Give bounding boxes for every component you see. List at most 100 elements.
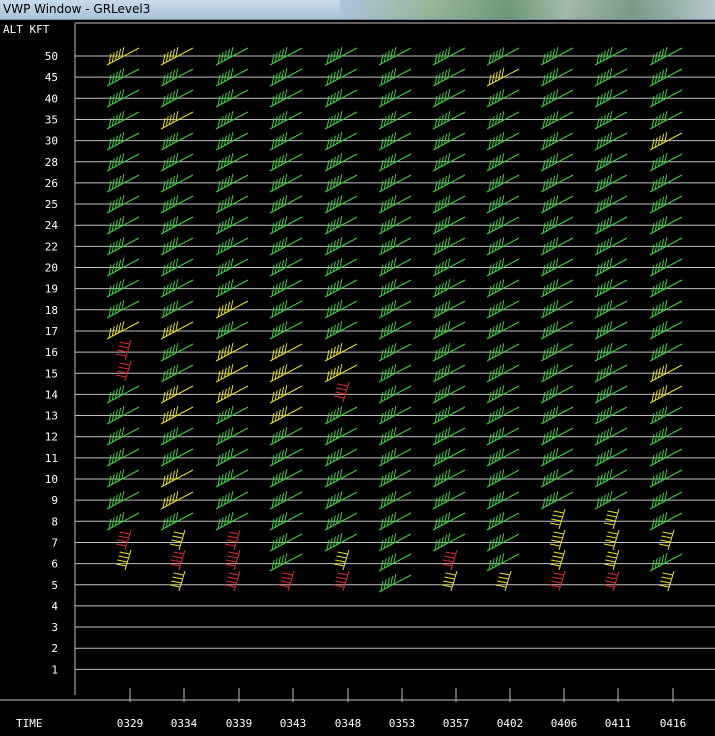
wind-barb <box>324 132 358 151</box>
altitude-tick-label: 45 <box>45 71 58 84</box>
wind-barb <box>540 448 574 467</box>
wind-barb <box>540 279 574 298</box>
wind-barb <box>540 300 574 319</box>
wind-barb <box>649 427 683 446</box>
wind-barb <box>432 427 466 446</box>
wind-barb <box>603 529 620 551</box>
titlebar-background <box>340 0 715 19</box>
wind-barb <box>115 549 132 571</box>
wind-barb <box>215 427 249 446</box>
wind-barb <box>324 427 358 446</box>
wind-barb <box>224 529 241 551</box>
wind-barb <box>594 427 628 446</box>
altitude-tick-label: 12 <box>45 431 58 444</box>
wind-barb <box>215 132 249 151</box>
altitude-tick-labels: 5045403530282625242220191817161514131211… <box>45 50 59 676</box>
wind-barb <box>432 111 466 130</box>
altitude-tick-label: 8 <box>51 515 58 528</box>
wind-barb <box>215 321 249 340</box>
altitude-tick-label: 1 <box>51 663 58 676</box>
wind-barb <box>594 111 628 130</box>
wind-barb <box>278 570 295 592</box>
altitude-tick-label: 50 <box>45 50 58 63</box>
wind-barb <box>106 132 140 151</box>
wind-barb <box>649 279 683 298</box>
wind-barb <box>106 469 140 488</box>
wind-barb <box>378 574 412 593</box>
time-tick-label: 0411 <box>605 717 632 730</box>
wind-barb <box>160 111 194 130</box>
altitude-tick-label: 16 <box>45 346 58 359</box>
wind-barb <box>432 469 466 488</box>
wind-barb <box>486 427 520 446</box>
altitude-tick-label: 35 <box>45 113 58 126</box>
altitude-tick-label: 18 <box>45 304 58 317</box>
time-tick-labels: 0329 0334 0339 0343 0348 0353 0357 0402 0406 0411… <box>117 717 687 730</box>
time-tick-label: 0402 <box>497 717 524 730</box>
wind-barb <box>540 132 574 151</box>
wind-barb <box>649 111 683 130</box>
wind-barb <box>486 321 520 340</box>
time-tick-label: 0416 <box>660 717 687 730</box>
wind-barb <box>594 321 628 340</box>
wind-barb <box>160 448 194 467</box>
wind-barb <box>540 427 574 446</box>
wind-barb <box>486 553 520 572</box>
wind-barb <box>160 321 194 340</box>
wind-barb <box>115 339 132 361</box>
time-tick-label: 0357 <box>443 717 470 730</box>
time-tick-label: 0406 <box>551 717 578 730</box>
wind-barb <box>540 321 574 340</box>
altitude-tick-label: 24 <box>45 219 59 232</box>
wind-barb <box>215 279 249 298</box>
wind-barb <box>540 111 574 130</box>
window-titlebar[interactable]: VWP Window - GRLevel3 <box>0 0 715 20</box>
time-tick-label: 0353 <box>389 717 416 730</box>
wind-barb <box>269 448 303 467</box>
wind-barb <box>594 279 628 298</box>
wind-barb <box>169 549 186 571</box>
altitude-tick-label: 20 <box>45 262 58 275</box>
wind-barb <box>603 570 620 592</box>
altitude-tick-label: 30 <box>45 135 58 148</box>
altitude-tick-label: 15 <box>45 367 58 380</box>
wind-barb <box>432 279 466 298</box>
wind-barb <box>549 549 566 571</box>
wind-barb <box>215 448 249 467</box>
wind-barb <box>549 508 566 530</box>
wind-barb <box>594 132 628 151</box>
time-tick-label: 0343 <box>280 717 307 730</box>
wind-barb <box>106 300 140 319</box>
altitude-tick-label: 17 <box>45 325 58 338</box>
wind-barb <box>432 448 466 467</box>
wind-barb <box>378 279 412 298</box>
wind-barb <box>378 132 412 151</box>
wind-barb <box>169 529 186 551</box>
altitude-tick-label: 14 <box>45 388 59 401</box>
wind-barb <box>649 553 683 572</box>
wind-barb <box>324 279 358 298</box>
wind-barb <box>378 448 412 467</box>
wind-barb <box>269 321 303 340</box>
wind-barb <box>324 321 358 340</box>
wind-barb <box>333 381 350 403</box>
wind-barb <box>549 529 566 551</box>
altitude-tick-label: 7 <box>51 536 58 549</box>
wind-barb <box>486 279 520 298</box>
wind-barb <box>115 529 132 551</box>
wind-barb <box>378 553 412 572</box>
wind-barb <box>224 549 241 571</box>
wind-barb <box>215 300 249 319</box>
wind-barb <box>106 321 140 340</box>
wind-barb <box>594 448 628 467</box>
altitude-tick-label: 6 <box>51 558 58 571</box>
wind-barb <box>269 132 303 151</box>
wind-barb <box>160 132 194 151</box>
altitude-tick-label: 40 <box>45 92 58 105</box>
wind-barb <box>441 549 458 571</box>
wind-barb <box>269 553 303 572</box>
altitude-tick-label: 5 <box>51 579 58 592</box>
vwp-display-panel[interactable]: ALT KFT TIME 50 45 40 35 30 28 26 25 24 22 20 19 18 1… <box>0 20 715 732</box>
wind-barb <box>106 279 140 298</box>
altitude-tick-label: 2 <box>51 642 58 655</box>
